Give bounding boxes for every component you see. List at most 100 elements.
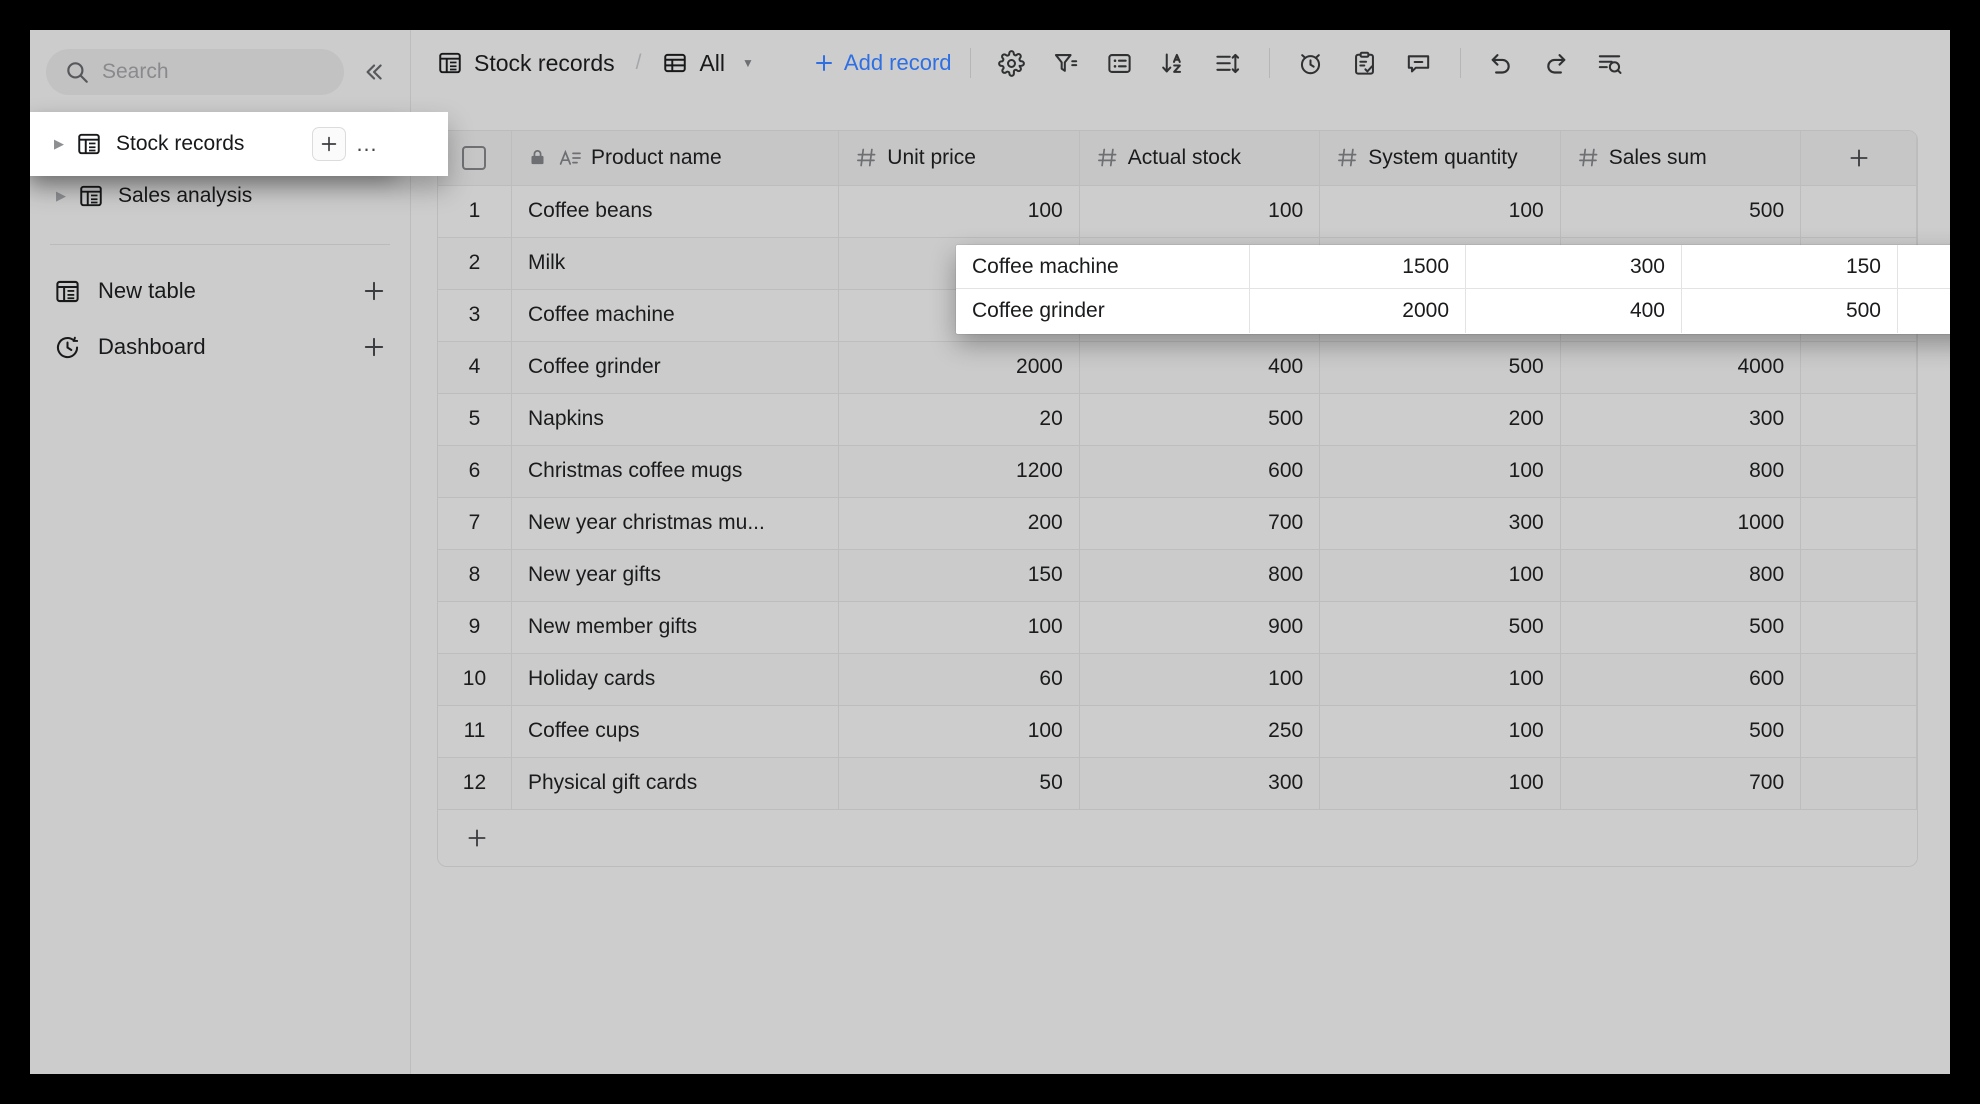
- cell-system-quantity[interactable]: 100: [1319, 757, 1561, 810]
- sort-az-icon[interactable]: [1151, 40, 1197, 86]
- cell-product-name[interactable]: Physical gift cards: [511, 757, 840, 810]
- table-more-options-button[interactable]: …: [352, 129, 382, 159]
- sidebar-item-new-table[interactable]: New table: [30, 263, 410, 319]
- cell-actual-stock[interactable]: 700: [1079, 497, 1321, 550]
- table-row[interactable]: 8 New year gifts 150 800 100 800: [438, 549, 1917, 602]
- cell-product-name[interactable]: Napkins: [511, 393, 840, 446]
- column-header-product-name[interactable]: Product name: [511, 131, 840, 186]
- group-icon[interactable]: [1097, 40, 1143, 86]
- column-header-actual-stock[interactable]: Actual stock: [1079, 131, 1321, 186]
- cell-system-quantity[interactable]: 150: [1682, 245, 1898, 288]
- gear-icon[interactable]: [989, 40, 1035, 86]
- cell-system-quantity[interactable]: 500: [1682, 289, 1898, 333]
- cell-actual-stock[interactable]: 900: [1079, 601, 1321, 654]
- table-row[interactable]: 7 New year christmas mu... 200 700 300 1000: [438, 497, 1917, 550]
- cell-actual-stock[interactable]: 300: [1079, 757, 1321, 810]
- sidebar-item-dashboard[interactable]: Dashboard: [30, 319, 410, 375]
- selected-rows-overlay[interactable]: Coffee machine15003001503000Coffee grind…: [956, 245, 1950, 334]
- cell-product-name[interactable]: Coffee machine: [511, 289, 840, 342]
- add-dashboard-button[interactable]: [360, 333, 388, 361]
- table-row[interactable]: 10 Holiday cards 60 100 100 600: [438, 653, 1917, 706]
- selected-row[interactable]: Coffee grinder20004005004000: [956, 289, 1950, 333]
- cell-product-name[interactable]: Coffee grinder: [511, 341, 840, 394]
- cell-product-name[interactable]: New member gifts: [511, 601, 840, 654]
- row-height-icon[interactable]: [1205, 40, 1251, 86]
- cell-system-quantity[interactable]: 100: [1319, 185, 1561, 238]
- select-all-checkbox[interactable]: [438, 131, 512, 186]
- cell-product-name[interactable]: Coffee cups: [511, 705, 840, 758]
- cell-unit-price[interactable]: 100: [838, 601, 1080, 654]
- cell-unit-price[interactable]: 2000: [838, 341, 1080, 394]
- view-name[interactable]: All: [699, 50, 725, 77]
- sidebar-item-sales-analysis[interactable]: ▶ Sales analysis: [30, 170, 410, 222]
- cell-actual-stock[interactable]: 300: [1466, 245, 1682, 288]
- cell-sales-sum[interactable]: 500: [1560, 705, 1802, 758]
- search-input[interactable]: Search: [46, 49, 344, 95]
- cell-system-quantity[interactable]: 500: [1319, 341, 1561, 394]
- cell-product-name[interactable]: Holiday cards: [511, 653, 840, 706]
- cell-actual-stock[interactable]: 600: [1079, 445, 1321, 498]
- cell-unit-price[interactable]: 20: [838, 393, 1080, 446]
- cell-unit-price[interactable]: 50: [838, 757, 1080, 810]
- cell-actual-stock[interactable]: 800: [1079, 549, 1321, 602]
- form-icon[interactable]: [1342, 40, 1388, 86]
- cell-system-quantity[interactable]: 200: [1319, 393, 1561, 446]
- table-row[interactable]: 12 Physical gift cards 50 300 100 700: [438, 757, 1917, 810]
- cell-unit-price[interactable]: 150: [838, 549, 1080, 602]
- column-header-unit-price[interactable]: Unit price: [838, 131, 1080, 186]
- cell-actual-stock[interactable]: 100: [1079, 653, 1321, 706]
- selected-row[interactable]: Coffee machine15003001503000: [956, 245, 1950, 289]
- cell-actual-stock[interactable]: 100: [1079, 185, 1321, 238]
- add-record-button[interactable]: Add record: [812, 50, 952, 76]
- cell-unit-price[interactable]: 60: [838, 653, 1080, 706]
- expand-caret-icon[interactable]: ▶: [48, 188, 74, 204]
- add-new-table-button[interactable]: [360, 277, 388, 305]
- table-row[interactable]: 5 Napkins 20 500 200 300: [438, 393, 1917, 446]
- cell-unit-price[interactable]: 100: [838, 185, 1080, 238]
- cell-system-quantity[interactable]: 500: [1319, 601, 1561, 654]
- table-row[interactable]: 11 Coffee cups 100 250 100 500: [438, 705, 1917, 758]
- cell-unit-price[interactable]: 1500: [1250, 245, 1466, 288]
- cell-actual-stock[interactable]: 250: [1079, 705, 1321, 758]
- cell-actual-stock[interactable]: 400: [1079, 341, 1321, 394]
- table-row[interactable]: 6 Christmas coffee mugs 1200 600 100 800: [438, 445, 1917, 498]
- cell-system-quantity[interactable]: 100: [1319, 705, 1561, 758]
- cell-unit-price[interactable]: 200: [838, 497, 1080, 550]
- cell-sales-sum[interactable]: 700: [1560, 757, 1802, 810]
- column-header-sales-sum[interactable]: Sales sum: [1560, 131, 1802, 186]
- cell-sales-sum[interactable]: 1000: [1560, 497, 1802, 550]
- chevron-down-icon[interactable]: ▼: [742, 56, 754, 70]
- cell-unit-price[interactable]: 100: [838, 705, 1080, 758]
- add-table-button[interactable]: [312, 127, 346, 161]
- cell-product-name[interactable]: New year christmas mu...: [511, 497, 840, 550]
- expand-caret-icon[interactable]: ▶: [46, 136, 72, 152]
- cell-system-quantity[interactable]: 100: [1319, 549, 1561, 602]
- cell-product-name[interactable]: Milk: [511, 237, 840, 290]
- table-row[interactable]: 4 Coffee grinder 2000 400 500 4000: [438, 341, 1917, 394]
- cell-product-name[interactable]: Christmas coffee mugs: [511, 445, 840, 498]
- search-table-icon[interactable]: [1587, 40, 1633, 86]
- add-column-button[interactable]: [1800, 131, 1917, 186]
- cell-product-name[interactable]: Coffee grinder: [956, 289, 1250, 333]
- cell-product-name[interactable]: New year gifts: [511, 549, 840, 602]
- cell-actual-stock[interactable]: 400: [1466, 289, 1682, 333]
- breadcrumb-table-name[interactable]: Stock records: [474, 50, 615, 77]
- cell-system-quantity[interactable]: 100: [1319, 653, 1561, 706]
- comment-icon[interactable]: [1396, 40, 1442, 86]
- column-header-system-quantity[interactable]: System quantity: [1319, 131, 1561, 186]
- cell-sales-sum[interactable]: 4000: [1898, 289, 1950, 333]
- reminder-icon[interactable]: [1288, 40, 1334, 86]
- cell-system-quantity[interactable]: 300: [1319, 497, 1561, 550]
- cell-unit-price[interactable]: 2000: [1250, 289, 1466, 333]
- undo-icon[interactable]: [1479, 40, 1525, 86]
- sidebar-item-stock-records[interactable]: ▶ Stock records …: [30, 112, 448, 176]
- cell-product-name[interactable]: Coffee machine: [956, 245, 1250, 288]
- table-row[interactable]: 9 New member gifts 100 900 500 500: [438, 601, 1917, 654]
- cell-sales-sum[interactable]: 300: [1560, 393, 1802, 446]
- cell-sales-sum[interactable]: 800: [1560, 445, 1802, 498]
- redo-icon[interactable]: [1533, 40, 1579, 86]
- cell-system-quantity[interactable]: 100: [1319, 445, 1561, 498]
- filter-icon[interactable]: [1043, 40, 1089, 86]
- cell-sales-sum[interactable]: 3000: [1898, 245, 1950, 288]
- cell-sales-sum[interactable]: 500: [1560, 185, 1802, 238]
